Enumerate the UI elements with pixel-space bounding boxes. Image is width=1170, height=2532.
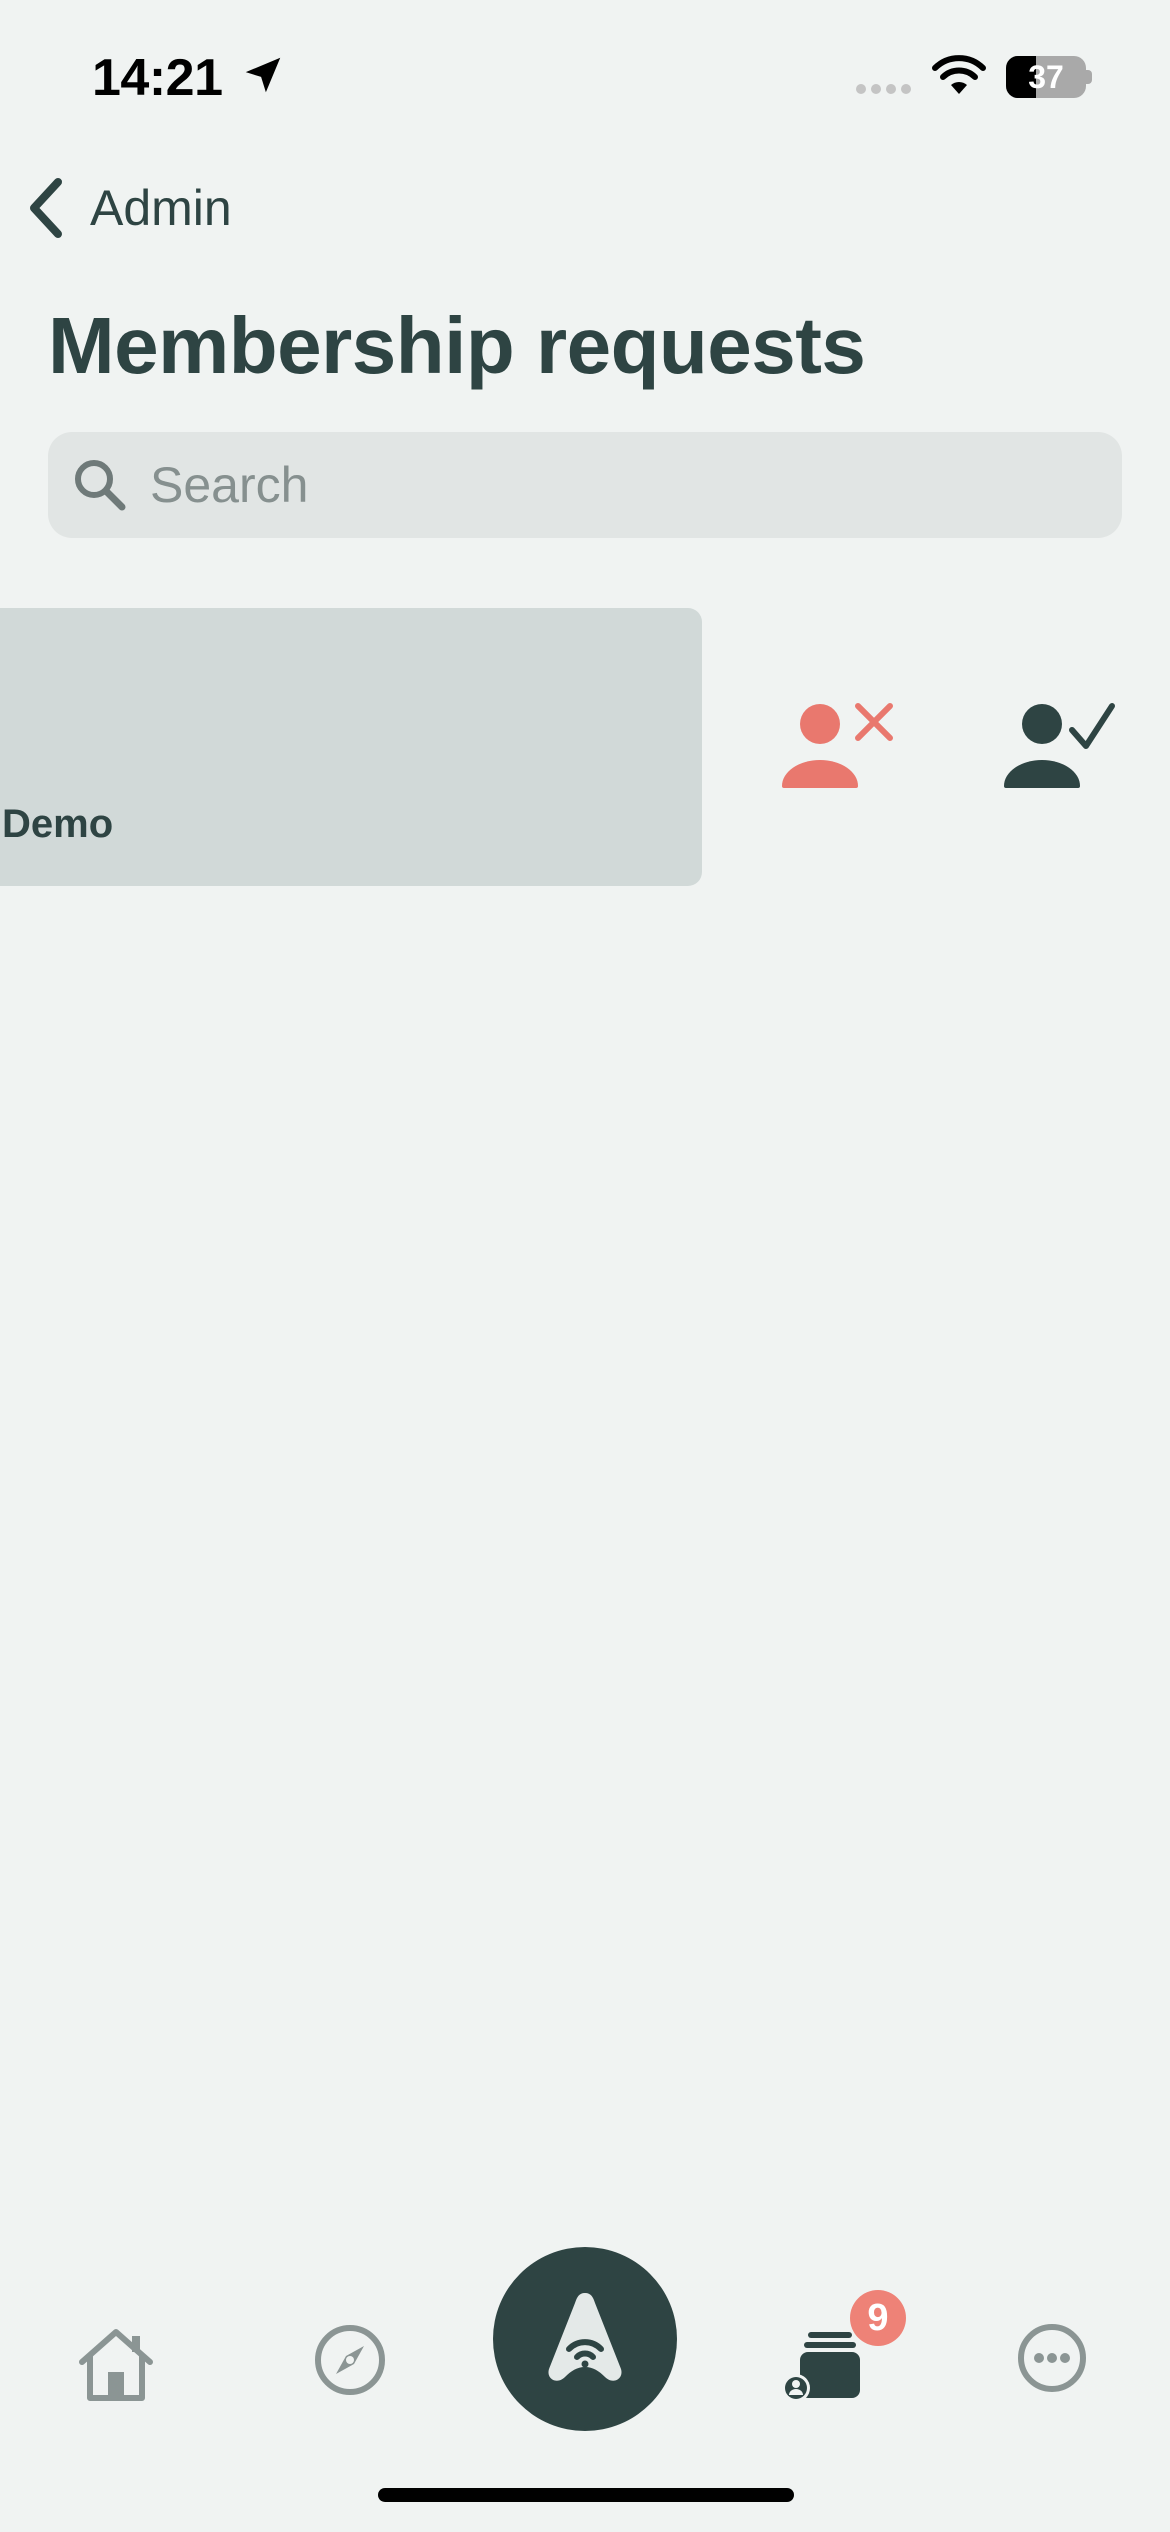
home-indicator[interactable] bbox=[378, 2488, 794, 2502]
search-icon bbox=[75, 460, 126, 511]
tab-center-logo[interactable] bbox=[493, 2247, 677, 2431]
request-row[interactable]: Demo bbox=[0, 608, 702, 886]
status-time: 14:21 bbox=[92, 49, 223, 107]
back-label: Admin bbox=[90, 180, 232, 236]
search-input[interactable]: Search bbox=[48, 432, 1122, 538]
chevron-left-icon bbox=[30, 178, 62, 238]
approve-member-icon bbox=[1004, 703, 1115, 788]
tab-explore[interactable] bbox=[312, 2322, 388, 2398]
search-placeholder: Search bbox=[150, 457, 309, 513]
decline-member-button[interactable] bbox=[772, 690, 902, 800]
signal-icon bbox=[856, 84, 911, 94]
wifi-icon bbox=[932, 55, 986, 94]
page-title: Membership requests bbox=[48, 301, 866, 390]
back-button[interactable]: Admin bbox=[24, 172, 232, 244]
tab-home[interactable] bbox=[74, 2322, 158, 2406]
approve-member-button[interactable] bbox=[996, 690, 1126, 800]
battery-level: 37 bbox=[1028, 59, 1064, 95]
battery-icon: 37 bbox=[1006, 56, 1092, 98]
membership-requests-screen: 14:21 37 Admin Membership requests Searc… bbox=[0, 0, 1170, 2532]
location-arrow-icon bbox=[245, 57, 281, 93]
more-icon bbox=[1018, 2324, 1086, 2392]
request-member-name: Demo bbox=[2, 802, 114, 846]
status-bar: 14:21 37 bbox=[0, 0, 1170, 150]
tab-more[interactable] bbox=[1016, 2322, 1088, 2394]
compass-icon bbox=[315, 2325, 385, 2395]
home-icon bbox=[79, 2329, 153, 2401]
center-logo-icon bbox=[548, 2293, 622, 2381]
notification-badge: 9 bbox=[850, 2290, 906, 2346]
decline-member-icon bbox=[782, 703, 893, 788]
tab-bar: 9 bbox=[0, 2230, 1170, 2450]
